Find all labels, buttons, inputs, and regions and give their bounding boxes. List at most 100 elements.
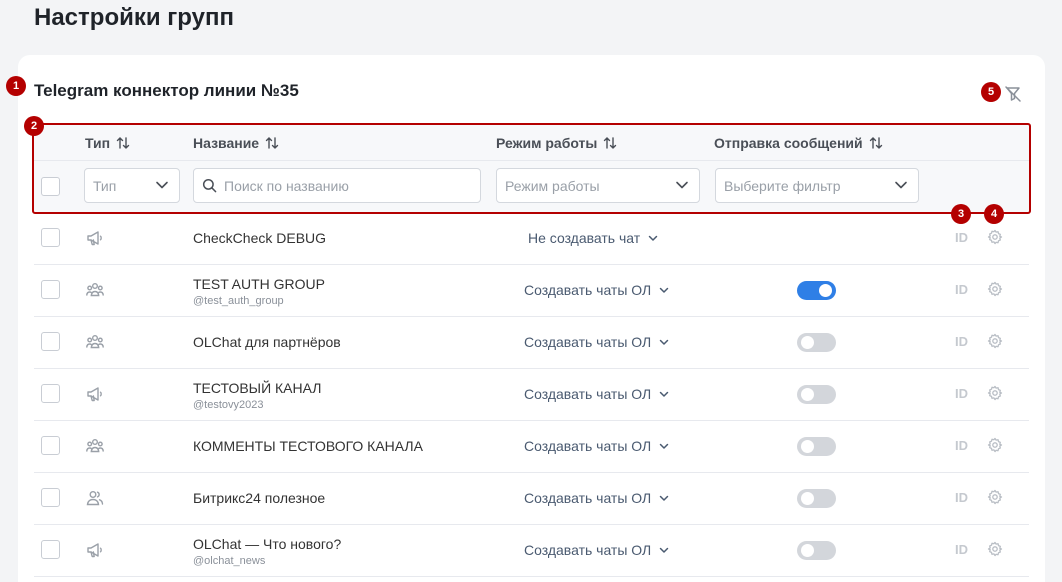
column-send-label: Отправка сообщений bbox=[714, 135, 863, 151]
type-filter-select[interactable]: Тип bbox=[84, 168, 180, 203]
select-all-checkbox[interactable] bbox=[41, 177, 60, 196]
table-row: ТЕСТОВЫЙ КАНАЛ @testovy2023 Создавать чаты… bbox=[34, 369, 1029, 421]
mode-value: Создавать чаты ОЛ bbox=[524, 542, 652, 558]
chevron-down-icon bbox=[659, 339, 669, 346]
gear-icon[interactable] bbox=[987, 489, 1003, 505]
group-name: TEST AUTH GROUP bbox=[193, 276, 325, 292]
toggle-knob bbox=[819, 284, 832, 297]
row-checkbox[interactable] bbox=[41, 228, 60, 247]
copy-id-button[interactable]: ID bbox=[955, 334, 968, 349]
mode-value: Создавать чаты ОЛ bbox=[524, 282, 652, 298]
toggle-knob bbox=[801, 492, 814, 505]
mode-value: Не создавать чат bbox=[528, 230, 641, 246]
group-name: Битрикс24 полезное bbox=[193, 490, 326, 506]
gear-icon[interactable] bbox=[987, 333, 1003, 349]
callout-marker-3: 3 bbox=[951, 204, 971, 224]
chevron-down-icon bbox=[659, 443, 669, 450]
groups-card: Telegram коннектор линии №35 Тип Названи… bbox=[18, 55, 1045, 582]
copy-id-button[interactable]: ID bbox=[955, 282, 968, 297]
group-handle: @olchat_news bbox=[193, 555, 266, 567]
group-name: ТЕСТОВЫЙ КАНАЛ bbox=[193, 380, 322, 396]
gear-icon[interactable] bbox=[987, 229, 1003, 245]
toggle-knob bbox=[801, 440, 814, 453]
mode-filter-select[interactable]: Режим работы bbox=[496, 168, 700, 203]
megaphone-icon bbox=[85, 384, 105, 404]
callout-marker-2: 2 bbox=[24, 116, 44, 136]
mode-value: Создавать чаты ОЛ bbox=[524, 386, 652, 402]
search-icon bbox=[202, 178, 217, 193]
callout-marker-1: 1 bbox=[6, 76, 26, 96]
send-messages-toggle[interactable] bbox=[797, 489, 836, 508]
gear-icon[interactable] bbox=[987, 437, 1003, 453]
callout-marker-4: 4 bbox=[984, 204, 1004, 224]
mode-dropdown[interactable]: Создавать чаты ОЛ bbox=[524, 438, 669, 454]
group-icon bbox=[85, 280, 105, 300]
chevron-down-icon bbox=[648, 235, 658, 242]
mode-value: Создавать чаты ОЛ bbox=[524, 438, 652, 454]
copy-id-button[interactable]: ID bbox=[955, 438, 968, 453]
gear-icon[interactable] bbox=[987, 385, 1003, 401]
group-name: CheckCheck DEBUG bbox=[193, 230, 327, 246]
type-filter-value: Тип bbox=[93, 177, 117, 194]
filter-off-icon[interactable] bbox=[1003, 84, 1023, 104]
table-header: Тип Название Режим работы Отправка сообщ… bbox=[34, 125, 1029, 212]
sort-icon bbox=[116, 137, 130, 149]
column-header-mode[interactable]: Режим работы bbox=[496, 135, 617, 151]
row-checkbox[interactable] bbox=[41, 384, 60, 403]
mode-dropdown[interactable]: Создавать чаты ОЛ bbox=[524, 490, 669, 506]
mode-value: Создавать чаты ОЛ bbox=[524, 334, 652, 350]
megaphone-icon bbox=[85, 228, 105, 248]
sort-icon bbox=[265, 137, 279, 149]
gear-icon[interactable] bbox=[987, 281, 1003, 297]
send-messages-toggle[interactable] bbox=[797, 333, 836, 352]
chevron-down-icon bbox=[676, 181, 688, 189]
gear-icon[interactable] bbox=[987, 541, 1003, 557]
send-messages-toggle[interactable] bbox=[797, 437, 836, 456]
copy-id-button[interactable]: ID bbox=[955, 386, 968, 401]
column-header-name[interactable]: Название bbox=[193, 135, 279, 151]
chevron-down-icon bbox=[659, 495, 669, 502]
page-title: Настройки групп bbox=[34, 4, 234, 31]
megaphone-icon bbox=[85, 540, 105, 560]
row-checkbox[interactable] bbox=[41, 436, 60, 455]
chevron-down-icon bbox=[659, 547, 669, 554]
group-icon bbox=[85, 332, 105, 352]
chevron-down-icon bbox=[156, 181, 168, 189]
send-filter-placeholder: Выберите фильтр bbox=[724, 177, 841, 194]
column-header-send[interactable]: Отправка сообщений bbox=[714, 135, 883, 151]
send-messages-toggle[interactable] bbox=[797, 281, 836, 300]
group-name: OLChat для партнёров bbox=[193, 334, 341, 350]
column-mode-label: Режим работы bbox=[496, 135, 598, 151]
table-row: КОММЕНТЫ ТЕСТОВОГО КАНАЛА Создавать чаты … bbox=[34, 421, 1029, 473]
send-filter-select[interactable]: Выберите фильтр bbox=[715, 168, 919, 203]
header-divider bbox=[34, 160, 1029, 161]
column-header-type[interactable]: Тип bbox=[85, 135, 130, 151]
group-handle: @test_auth_group bbox=[193, 295, 284, 307]
mode-dropdown[interactable]: Создавать чаты ОЛ bbox=[524, 282, 669, 298]
mode-value: Создавать чаты ОЛ bbox=[524, 490, 652, 506]
mode-dropdown[interactable]: Создавать чаты ОЛ bbox=[524, 386, 669, 402]
mode-dropdown[interactable]: Создавать чаты ОЛ bbox=[524, 334, 669, 350]
connector-title: Telegram коннектор линии №35 bbox=[34, 81, 299, 100]
row-checkbox[interactable] bbox=[41, 488, 60, 507]
toggle-knob bbox=[801, 336, 814, 349]
mode-dropdown[interactable]: Не создавать чат bbox=[528, 230, 658, 246]
send-messages-toggle[interactable] bbox=[797, 385, 836, 404]
mode-dropdown[interactable]: Создавать чаты ОЛ bbox=[524, 542, 669, 558]
search-input[interactable]: Поиск по названию bbox=[193, 168, 481, 203]
table-row: TEST AUTH GROUP @test_auth_group Создавать… bbox=[34, 265, 1029, 317]
copy-id-button[interactable]: ID bbox=[955, 490, 968, 505]
row-checkbox[interactable] bbox=[41, 332, 60, 351]
row-checkbox[interactable] bbox=[41, 540, 60, 559]
table-row: CheckCheck DEBUG Не создавать чат ID bbox=[34, 213, 1029, 265]
row-checkbox[interactable] bbox=[41, 280, 60, 299]
send-messages-toggle[interactable] bbox=[797, 541, 836, 560]
copy-id-button[interactable]: ID bbox=[955, 230, 968, 245]
callout-marker-5: 5 bbox=[981, 82, 1001, 102]
column-type-label: Тип bbox=[85, 135, 111, 151]
group-handle: @testovy2023 bbox=[193, 399, 264, 411]
group-icon bbox=[85, 436, 105, 456]
copy-id-button[interactable]: ID bbox=[955, 542, 968, 557]
mode-filter-placeholder: Режим работы bbox=[505, 177, 600, 194]
toggle-knob bbox=[801, 388, 814, 401]
